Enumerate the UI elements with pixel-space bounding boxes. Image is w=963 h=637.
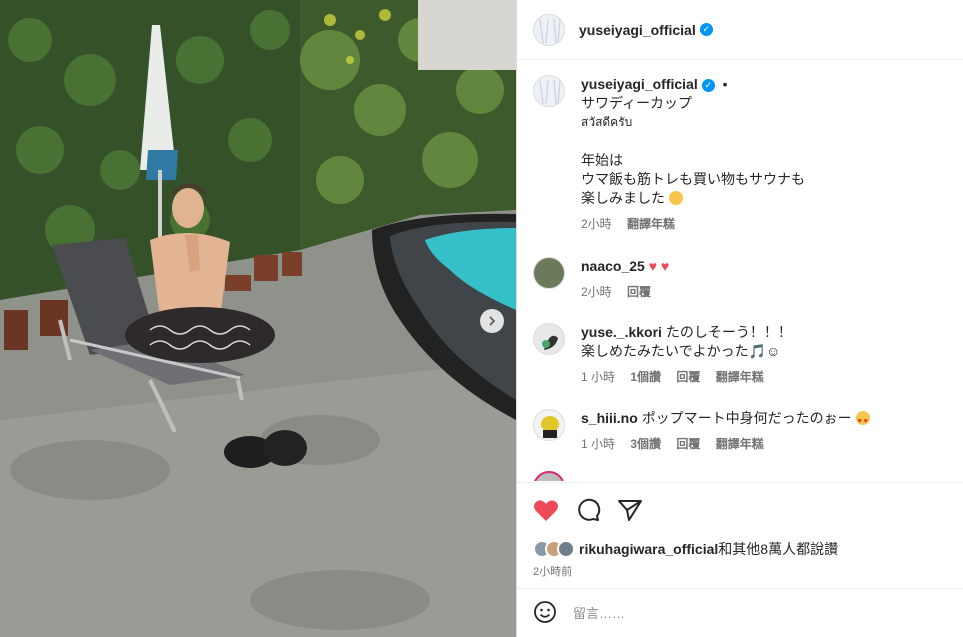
share-button[interactable]: [617, 498, 643, 522]
heart-emoji-icon: ♥: [660, 258, 670, 274]
post-header: yuseiyagi_official ✓: [517, 0, 963, 60]
caption-time: 2小時: [581, 217, 612, 231]
comment-text-line2: 楽しめたみたいでよかった🎵☺: [581, 343, 781, 359]
comment-username[interactable]: s_hiii.no: [581, 410, 638, 426]
comment-text: たのしそーう！！！: [665, 324, 792, 340]
caption-line: 年始は: [581, 152, 623, 168]
verified-badge-icon: ✓: [699, 23, 713, 36]
caption-line: 楽しみました: [581, 190, 665, 206]
liked-by-text[interactable]: rikuhagiwara_official和其他8萬人都說讚: [579, 539, 838, 559]
comment-item: naaco_25 ♥ ♥ 2小時 回覆: [533, 257, 669, 300]
post-modal: yuseiyagi_official ✓ yuseiyagi_official ✓…: [0, 0, 963, 637]
post-actions: rikuhagiwara_official和其他8萬人都說讚 2小時前: [517, 482, 963, 579]
liker-avatar: [557, 540, 575, 558]
comment-time: 1 小時: [581, 437, 616, 451]
comment-input[interactable]: [573, 605, 933, 621]
liked-by: rikuhagiwara_official和其他8萬人都說讚: [533, 539, 948, 559]
comment-time: 2小時: [581, 285, 612, 299]
comment-text: ポップマート中身何だったのぉー: [641, 410, 852, 426]
liked-by-username[interactable]: rikuhagiwara_official: [579, 541, 718, 557]
header-username[interactable]: yuseiyagi_official: [579, 22, 696, 38]
comment-button[interactable]: [575, 498, 601, 522]
separator-dot: •: [722, 76, 728, 92]
likes-count-button[interactable]: 1個讚: [630, 370, 661, 384]
reply-button[interactable]: 回覆: [676, 370, 700, 384]
translate-button[interactable]: 翻譯年糕: [716, 370, 764, 384]
post-photo: [0, 0, 516, 637]
comment-username[interactable]: naaco_25: [581, 258, 645, 274]
chevron-right-icon: [489, 316, 496, 326]
translate-button[interactable]: 翻譯年糕: [716, 437, 764, 451]
smiley-icon: [534, 600, 556, 623]
comment-item: s_hiii.no ポップマート中身何だったのぉー 1 小時 3個讚 回覆 翻譯…: [533, 409, 870, 452]
comment-username[interactable]: yuse._.kkori: [581, 324, 662, 340]
send-icon: [618, 500, 642, 521]
liked-by-others[interactable]: 和其他8萬人都說讚: [718, 541, 838, 557]
caption-line: สวัสดีครับ: [581, 115, 633, 129]
add-comment-bar: [517, 588, 963, 637]
heart-eyes-emoji-icon: [855, 411, 870, 431]
reply-button[interactable]: 回覆: [676, 437, 700, 451]
avatar[interactable]: [533, 13, 565, 46]
profile-picture: [534, 14, 564, 45]
comment-item: yuse._.kkori たのしそーう！！！ 楽しめたみたいでよかった🎵☺ 1 …: [533, 323, 792, 385]
translate-button[interactable]: 翻譯年糕: [627, 217, 675, 231]
profile-picture: [534, 76, 564, 106]
photo-illustration: [0, 0, 516, 637]
comment-time: 1 小時: [581, 370, 616, 384]
relieved-face-emoji-icon: [668, 191, 683, 205]
caption: yuseiyagi_official ✓ • サワディーカップ สวัสดีครั…: [533, 75, 805, 232]
profile-picture: [534, 410, 564, 440]
avatar[interactable]: [533, 257, 565, 289]
verified-badge-icon: ✓: [701, 78, 715, 92]
post-side-panel: yuseiyagi_official ✓ yuseiyagi_official ✓…: [516, 0, 963, 637]
comment-icon: [578, 498, 601, 521]
avatar[interactable]: [533, 75, 565, 107]
caption-line: ウマ飯も筋トレも買い物もサウナも: [581, 171, 805, 187]
caption-line: サワディーカップ: [581, 95, 693, 111]
comment-item-partial: [533, 471, 581, 481]
emoji-picker-button[interactable]: [533, 600, 557, 627]
comments-list[interactable]: yuseiyagi_official ✓ • サワディーカップ สวัสดีครั…: [517, 61, 963, 481]
avatar[interactable]: [533, 471, 565, 481]
avatar[interactable]: [533, 323, 565, 355]
like-button[interactable]: [533, 498, 559, 522]
avatar[interactable]: [533, 409, 565, 441]
next-image-button[interactable]: [480, 309, 504, 333]
profile-picture: [534, 324, 564, 354]
caption-username[interactable]: yuseiyagi_official: [581, 76, 698, 92]
heart-filled-icon: [534, 500, 558, 521]
likes-count-button[interactable]: 3個讚: [630, 437, 661, 451]
heart-emoji-icon: ♥: [648, 258, 658, 274]
post-time: 2小時前: [533, 566, 573, 578]
reply-button[interactable]: 回覆: [627, 285, 651, 299]
